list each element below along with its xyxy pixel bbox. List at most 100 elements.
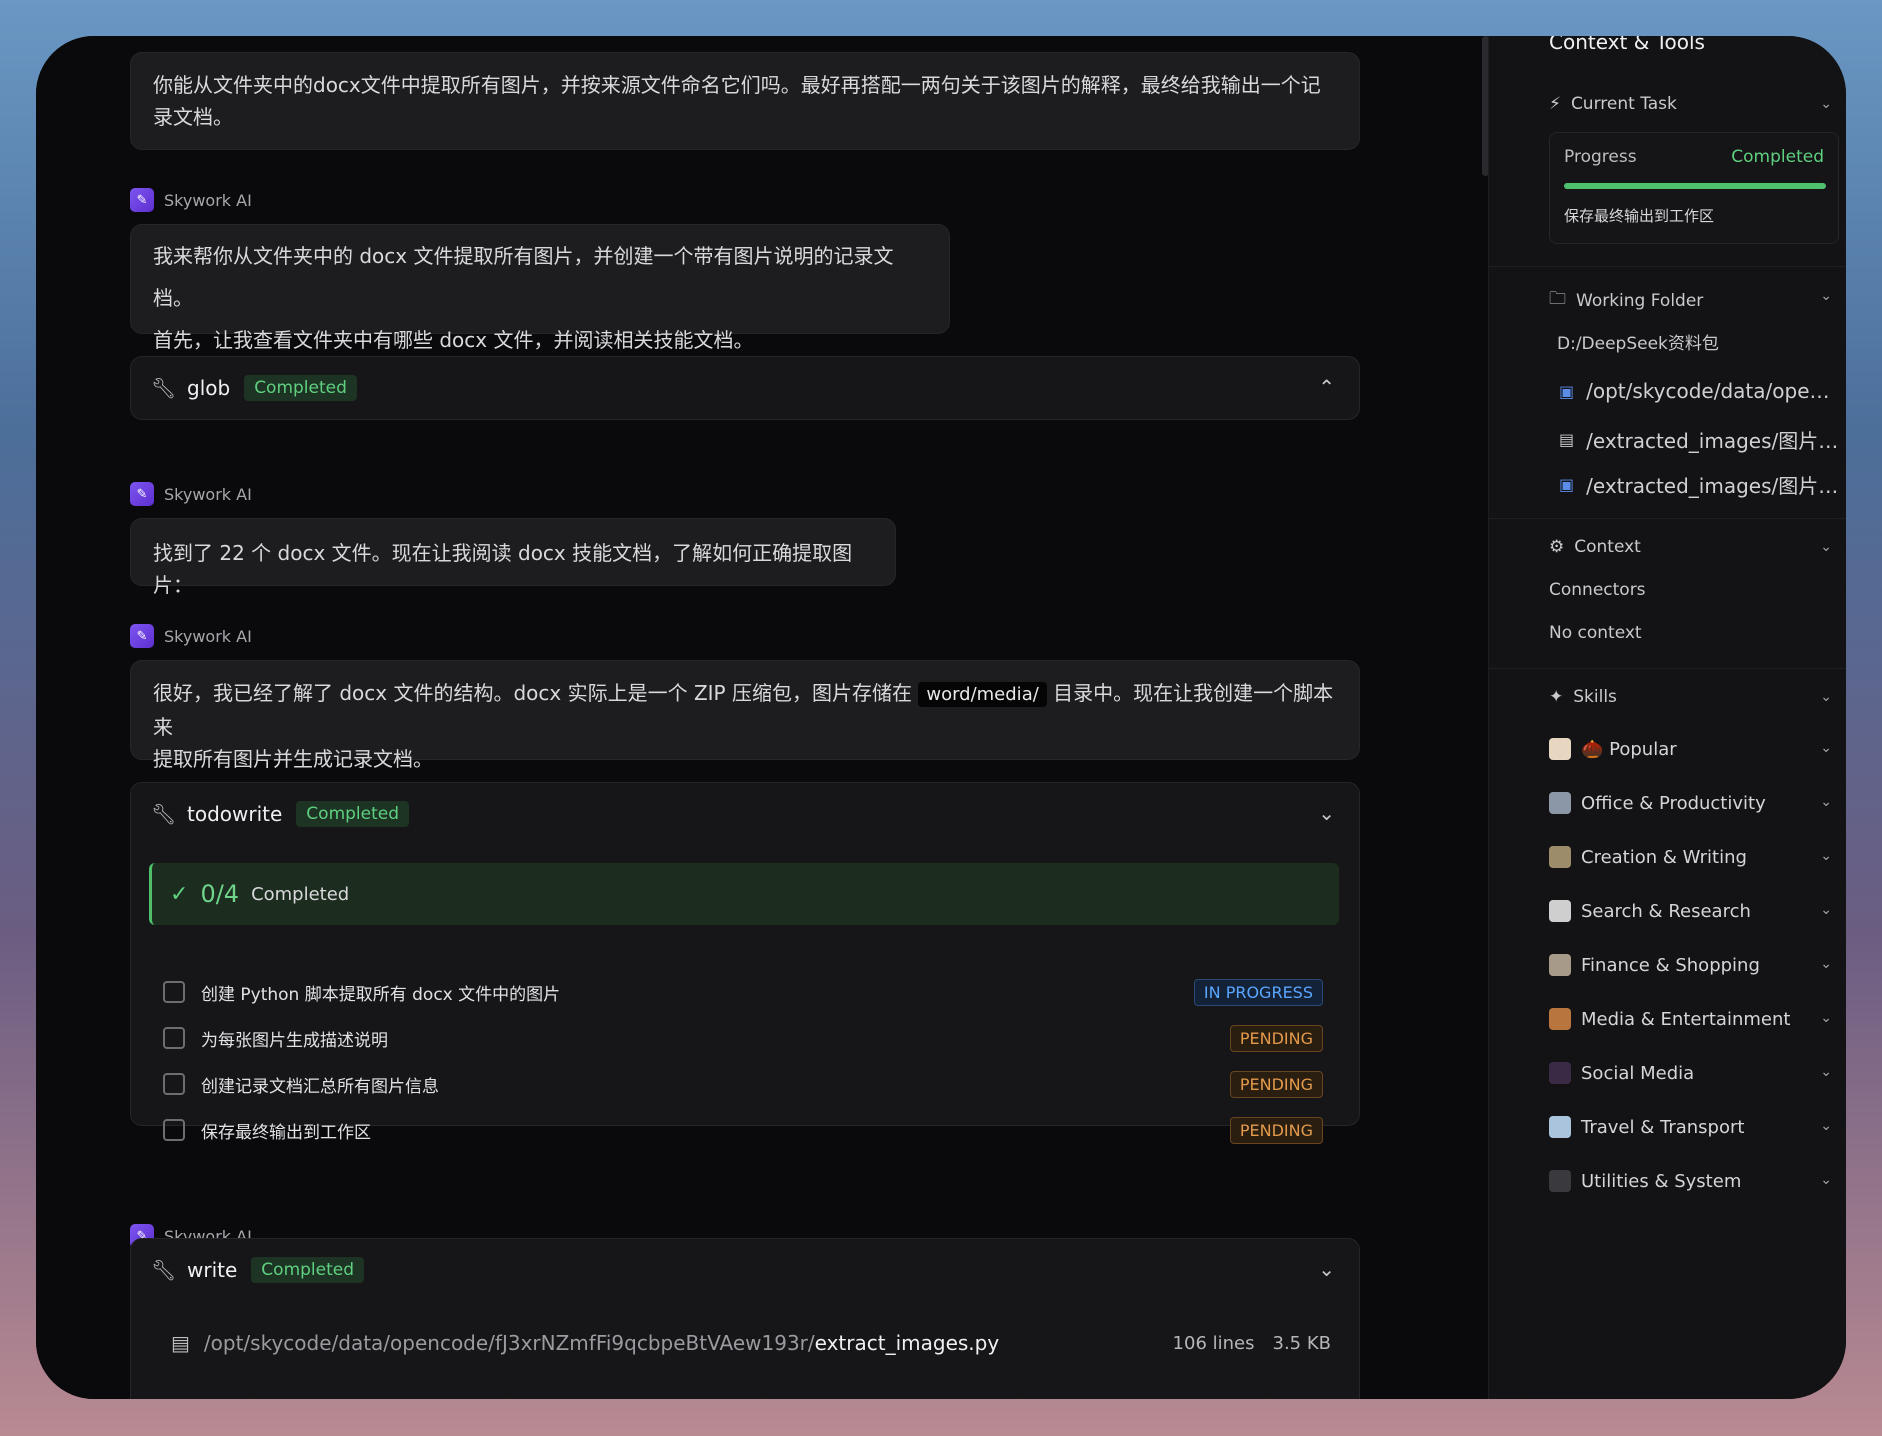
section-skills[interactable]: ✦ Skills (1549, 687, 1617, 707)
assistant-author: ✎ Skywork AI (130, 624, 252, 648)
chevron-down-icon[interactable]: ⌄ (1318, 1257, 1335, 1281)
status-badge: PENDING (1229, 1116, 1323, 1144)
chevron-down-icon[interactable]: ⌄ (1820, 288, 1832, 304)
skill-category-item[interactable]: Finance & Shopping (1549, 954, 1839, 976)
gear-icon: ⚙︎ (1549, 537, 1565, 557)
file-item[interactable]: ▣ /opt/skycode/data/opencode/fJ3xrNZmfFi… (1559, 379, 1839, 403)
category-thumbnail-icon (1549, 1116, 1571, 1138)
code-file-icon: ▣ (1559, 475, 1575, 494)
sidebar-title: Context & Tools (1549, 36, 1705, 54)
progress-bar-fill (1564, 183, 1826, 189)
status-badge: Completed (251, 1257, 365, 1283)
chevron-down-icon[interactable]: ⌄ (1820, 539, 1832, 555)
tool-name: write (187, 1258, 238, 1282)
file-item[interactable]: ▤ /extracted_images/图片提取记录.md (1559, 425, 1839, 454)
assistant-author: ✎ Skywork AI (130, 482, 252, 506)
chevron-down-icon[interactable]: ⌄ (1820, 1064, 1832, 1080)
tool-call-write: 🔧︎ write Completed ⌄ ▤ /opt/skycode/data… (130, 1238, 1360, 1399)
category-thumbnail-icon (1549, 792, 1571, 814)
document-file-icon: ▤ (1559, 430, 1575, 449)
category-thumbnail-icon (1549, 1062, 1571, 1084)
line-count: 106 lines (1172, 1332, 1255, 1354)
wrench-icon: 🔧︎ (151, 376, 177, 400)
skill-category-item[interactable]: Office & Productivity (1549, 792, 1839, 814)
skill-category-item[interactable]: Creation & Writing (1549, 846, 1839, 868)
chevron-down-icon[interactable]: ⌄ (1318, 801, 1335, 825)
chevron-down-icon[interactable]: ⌄ (1820, 956, 1832, 972)
skill-category-item[interactable]: Media & Entertainment (1549, 1008, 1839, 1030)
file-size: 3.5 KB (1272, 1332, 1332, 1354)
skywork-logo-icon: ✎ (130, 482, 154, 506)
todo-checkbox[interactable] (163, 1119, 185, 1141)
chevron-down-icon[interactable]: ⌄ (1820, 1010, 1832, 1026)
skywork-logo-icon: ✎ (130, 188, 154, 212)
skill-category-item[interactable]: 🌰 Popular (1549, 738, 1839, 760)
todo-item: 创建记录文档汇总所有图片信息 PENDING (163, 1069, 1323, 1099)
category-thumbnail-icon (1549, 738, 1571, 760)
file-row[interactable]: ▤ /opt/skycode/data/opencode/fJ3xrNZmfFi… (171, 1331, 1331, 1355)
todo-checkbox[interactable] (163, 981, 185, 1003)
chevron-down-icon[interactable]: ⌄ (1820, 902, 1832, 918)
skill-category-item[interactable]: Search & Research (1549, 900, 1839, 922)
folder-path: D:/DeepSeek资料包 (1557, 334, 1719, 354)
chat-panel: 你能从文件夹中的docx文件中提取所有图片，并按来源文件命名它们吗。最好再搭配一… (36, 36, 1486, 1399)
chevron-up-icon[interactable]: ⌃ (1318, 375, 1335, 399)
code-file-icon: ▣ (1559, 381, 1575, 401)
todo-checkbox[interactable] (163, 1027, 185, 1049)
todo-item: 创建 Python 脚本提取所有 docx 文件中的图片 IN PROGRESS (163, 977, 1323, 1007)
inline-code: word/media/ (918, 682, 1047, 707)
chevron-down-icon[interactable]: ⌄ (1820, 96, 1832, 112)
lightning-icon: ⚡︎ (1549, 94, 1561, 114)
status-badge: PENDING (1229, 1024, 1323, 1052)
progress-status: Completed (1731, 147, 1824, 167)
todo-checkbox[interactable] (163, 1073, 185, 1095)
todo-progress-header: ✓ 0/4 Completed (149, 863, 1339, 925)
todo-item: 为每张图片生成描述说明 PENDING (163, 1023, 1323, 1053)
progress-bar (1564, 183, 1826, 189)
tool-call-glob[interactable]: 🔧︎ glob Completed ⌃ (130, 356, 1360, 420)
category-thumbnail-icon (1549, 1170, 1571, 1192)
magic-wand-icon: ✦ (1549, 687, 1564, 707)
skywork-logo-icon: ✎ (130, 624, 154, 648)
chevron-down-icon[interactable]: ⌄ (1820, 740, 1832, 756)
section-working-folder[interactable]: 🗀︎ Working Folder (1549, 286, 1703, 315)
connectors-label: Connectors (1549, 580, 1646, 600)
status-badge: Completed (296, 801, 410, 827)
no-context-label: No context (1549, 623, 1642, 643)
skill-category-item[interactable]: Utilities & System (1549, 1170, 1839, 1192)
check-icon: ✓ (170, 881, 189, 907)
category-thumbnail-icon (1549, 900, 1571, 922)
category-thumbnail-icon (1549, 954, 1571, 976)
assistant-message: 我来帮你从文件夹中的 docx 文件提取所有图片，并创建一个带有图片说明的记录文… (130, 224, 950, 352)
todo-item: 保存最终输出到工作区 PENDING (163, 1115, 1323, 1145)
chevron-down-icon[interactable]: ⌄ (1820, 1172, 1832, 1188)
assistant-author: ✎ Skywork AI (130, 188, 252, 212)
chevron-down-icon[interactable]: ⌄ (1820, 848, 1832, 864)
folder-icon: 🗀︎ (1549, 289, 1566, 309)
app-window: 你能从文件夹中的docx文件中提取所有图片，并按来源文件命名它们吗。最好再搭配一… (36, 36, 1846, 1399)
chevron-down-icon[interactable]: ⌄ (1820, 689, 1832, 705)
context-tools-sidebar: Context & Tools ⚡︎ Current Task ⌄ Progre… (1488, 36, 1846, 1399)
category-thumbnail-icon (1549, 1008, 1571, 1030)
status-badge: IN PROGRESS (1193, 978, 1323, 1006)
user-message: 你能从文件夹中的docx文件中提取所有图片，并按来源文件命名它们吗。最好再搭配一… (130, 52, 1360, 150)
chevron-down-icon[interactable]: ⌄ (1820, 794, 1832, 810)
wrench-icon: 🔧︎ (151, 1258, 177, 1282)
tool-call-todowrite: 🔧︎ todowrite Completed ⌄ ✓ 0/4 Completed… (130, 782, 1360, 1144)
status-badge: Completed (244, 375, 357, 401)
progress-card: Progress Completed 保存最终输出到工作区 (1549, 132, 1839, 244)
file-icon: ▤ (171, 1331, 190, 1355)
file-item[interactable]: ▣ /extracted_images/图片提取结果.json (1559, 470, 1839, 499)
section-context[interactable]: ⚙︎ Context (1549, 537, 1641, 557)
status-badge: PENDING (1229, 1070, 1323, 1098)
assistant-message: 找到了 22 个 docx 文件。现在让我阅读 docx 技能文档，了解如何正确… (130, 518, 896, 597)
chevron-down-icon[interactable]: ⌄ (1820, 1118, 1832, 1134)
skill-category-item[interactable]: Social Media (1549, 1062, 1839, 1084)
skill-category-item[interactable]: Travel & Transport (1549, 1116, 1839, 1138)
wrench-icon: 🔧︎ (151, 802, 177, 826)
tool-name: todowrite (187, 802, 283, 826)
section-current-task[interactable]: ⚡︎ Current Task (1549, 94, 1677, 114)
todo-progress-count: 0/4 (200, 880, 240, 908)
assistant-message: 很好，我已经了解了 docx 文件的结构。docx 实际上是一个 ZIP 压缩包… (130, 660, 1360, 771)
category-thumbnail-icon (1549, 846, 1571, 868)
